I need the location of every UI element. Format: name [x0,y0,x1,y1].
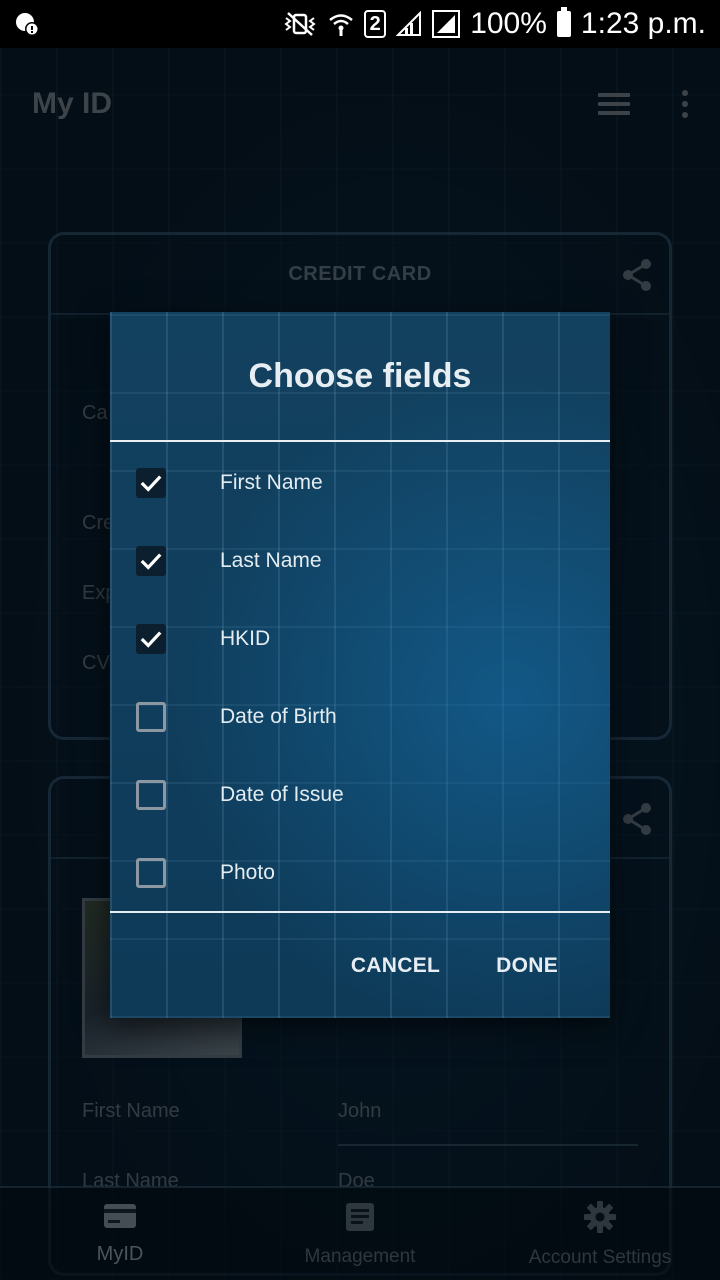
option-label: Date of Birth [220,705,337,728]
done-button[interactable]: DONE [496,954,558,978]
check-icon [140,553,162,570]
dialog-actions: CANCEL DONE [110,913,610,1018]
option-photo[interactable]: Photo [110,834,610,912]
checkbox-unchecked[interactable] [136,780,166,810]
option-label: Photo [220,861,275,884]
checkbox-unchecked[interactable] [136,702,166,732]
choose-fields-dialog: Choose fields First Name Last Name HKID … [110,312,610,1018]
checkbox-unchecked[interactable] [136,858,166,888]
option-date-of-issue[interactable]: Date of Issue [110,756,610,834]
vibrate-icon [282,11,318,37]
option-label: Last Name [220,549,322,572]
signal-icon [432,10,461,38]
checkbox-checked[interactable] [136,468,166,498]
option-first-name[interactable]: First Name [110,444,610,522]
battery-icon [556,7,571,37]
checkbox-checked[interactable] [136,624,166,654]
notification-info-icon [14,11,40,37]
option-last-name[interactable]: Last Name [110,522,610,600]
battery-percent: 100% [470,7,547,40]
clock: 1:23 p.m. [580,7,706,40]
field-options-list: First Name Last Name HKID Date of Birth … [110,442,610,912]
sim-badge: 2 [364,10,387,38]
option-label: Date of Issue [220,783,344,806]
check-icon [140,475,162,492]
option-hkid[interactable]: HKID [110,600,610,678]
signal-icon [396,11,422,37]
checkbox-checked[interactable] [136,546,166,576]
wifi-icon [328,11,354,37]
option-date-of-birth[interactable]: Date of Birth [110,678,610,756]
check-icon [140,631,162,648]
dialog-title: Choose fields [110,312,610,442]
option-label: HKID [220,627,271,650]
cancel-button[interactable]: CANCEL [351,954,440,978]
status-bar: 2 100% 1:23 p.m. [0,0,720,48]
option-label: First Name [220,471,323,494]
